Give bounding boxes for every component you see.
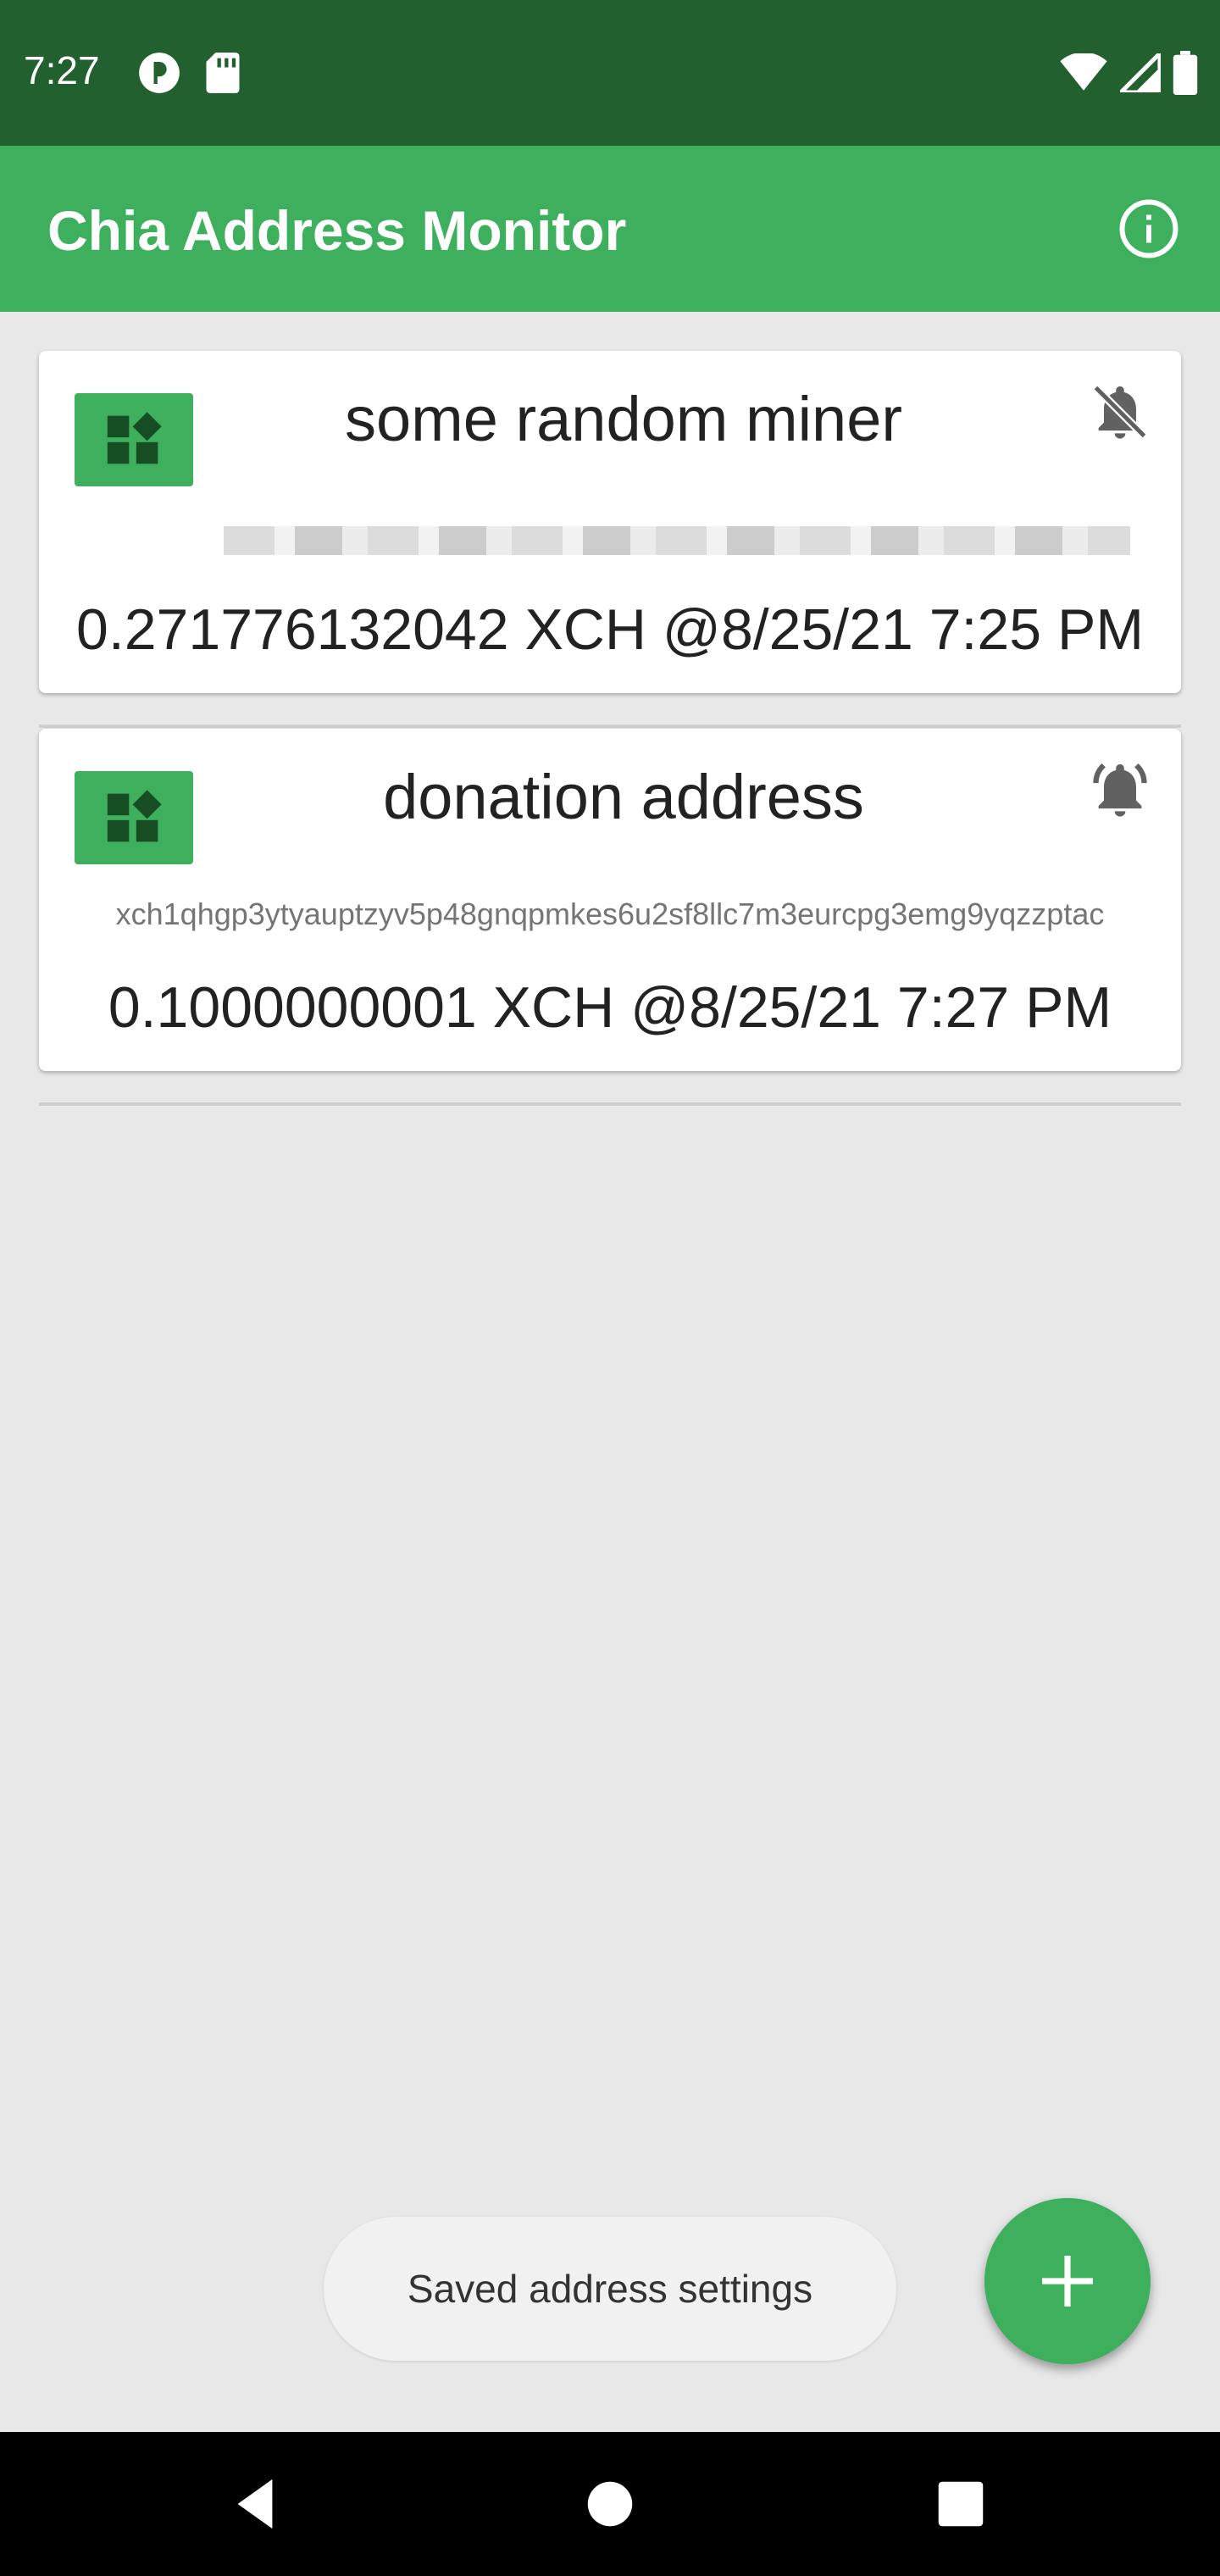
divider: [39, 1102, 1181, 1106]
info-icon[interactable]: [1118, 198, 1179, 259]
plus-icon: [1042, 2256, 1093, 2307]
home-icon[interactable]: [580, 2474, 640, 2534]
address-name: donation address: [383, 762, 864, 832]
status-right-icons: [1059, 47, 1198, 99]
notifications-active-icon[interactable]: [1088, 758, 1152, 822]
redacted-address: [224, 526, 1130, 555]
wifi-icon: [1059, 52, 1108, 97]
app-bar: Chia Address Monitor: [0, 146, 1220, 312]
app-title: Chia Address Monitor: [47, 199, 627, 262]
battery-icon: [1173, 51, 1198, 99]
status-time: 7:27: [24, 48, 100, 92]
recents-icon[interactable]: [931, 2474, 990, 2534]
address-name: some random miner: [344, 384, 902, 454]
address-card[interactable]: donation address xch1qhgp3ytyauptzyv5p48…: [39, 729, 1181, 1071]
widgets-icon: [75, 393, 193, 486]
divider: [39, 724, 1181, 728]
navigation-bar: [0, 2432, 1220, 2576]
widgets-icon: [75, 771, 193, 864]
sd-card-icon: [203, 51, 242, 99]
signal-icon: [1115, 47, 1162, 97]
address-card[interactable]: some random miner xch srf 0.271776132042…: [39, 351, 1181, 693]
address-balance: 0.1000000001 XCH @8/25/21 7:27 PM: [108, 975, 1112, 1040]
vpn-key-icon: [137, 51, 181, 99]
address-text: xch1qhgp3ytyauptzyv5p48gnqpmkes6u2sf8llc…: [115, 897, 1105, 931]
address-balance: 0.271776132042 XCH @8/25/21 7:25 PM: [76, 597, 1144, 662]
snackbar-message: Saved address settings: [407, 2267, 813, 2311]
notifications-off-icon[interactable]: [1088, 380, 1152, 444]
status-bar: 7:27: [0, 0, 1220, 146]
back-icon[interactable]: [225, 2474, 285, 2534]
status-left-icons: [137, 51, 242, 99]
snackbar: Saved address settings: [324, 2217, 896, 2361]
add-address-button[interactable]: [984, 2198, 1151, 2364]
